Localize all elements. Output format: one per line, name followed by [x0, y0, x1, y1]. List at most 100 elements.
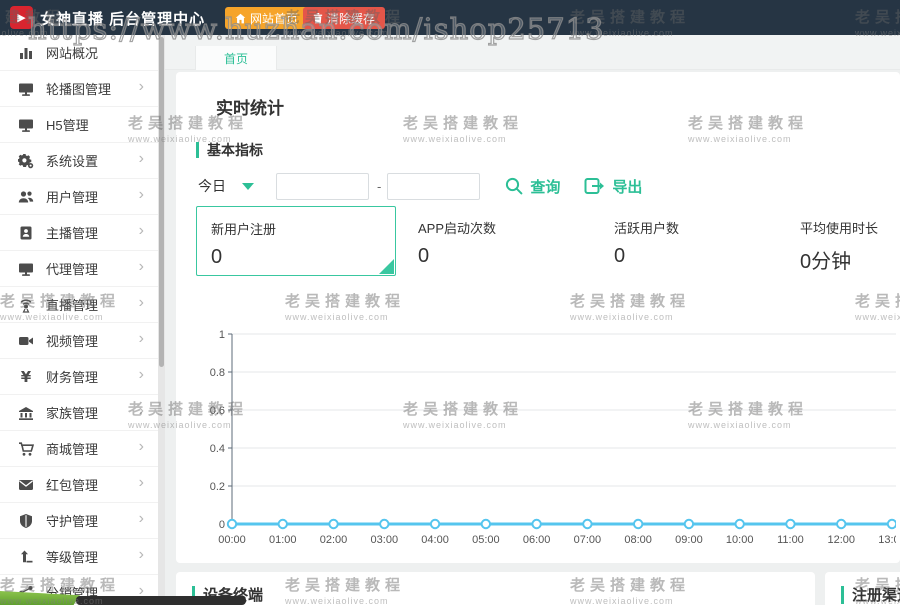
svg-text:01:00: 01:00: [269, 534, 297, 546]
sidebar-item-id-card[interactable]: 主播管理 ›: [0, 215, 158, 251]
gears-icon: [18, 153, 34, 169]
stat-label: APP启动次数: [418, 218, 590, 237]
sidebar-item-envelope[interactable]: 红包管理›: [0, 467, 158, 503]
chevron-right-icon: ›: [139, 403, 144, 419]
sidebar-item-label: 红包管理: [46, 475, 98, 494]
svg-text:05:00: 05:00: [472, 534, 500, 546]
sidebar-item-yen[interactable]: ¥ 财务管理 ›: [0, 359, 158, 395]
live-icon: [18, 297, 34, 313]
chevron-right-icon: ›: [139, 511, 144, 527]
sidebar-item-label: 代理管理: [46, 259, 98, 278]
site-home-button[interactable]: 网站首页: [225, 7, 308, 29]
stat-value: 0: [614, 245, 786, 268]
date-separator: -: [377, 179, 381, 194]
sidebar-item-label: H5管理: [46, 115, 89, 134]
chevron-down-icon[interactable]: [242, 183, 254, 190]
sidebar-item-monitor[interactable]: H5管理: [0, 107, 158, 143]
stat-card-3[interactable]: 平均使用时长 0分钟: [786, 206, 900, 276]
svg-text:03:00: 03:00: [371, 534, 399, 546]
sidebar-item-label: 网站概况: [46, 43, 98, 62]
tab-home[interactable]: 首页: [195, 46, 277, 70]
svg-text:0.6: 0.6: [210, 405, 225, 417]
sidebar-item-label: 轮播图管理: [46, 79, 111, 98]
register-channel-card: 注册渠道: [825, 572, 900, 605]
shield-icon: [18, 513, 34, 529]
sidebar-item-video[interactable]: 视频管理›: [0, 323, 158, 359]
stat-card-2[interactable]: 活跃用户数0: [600, 206, 800, 276]
stat-label: 平均使用时长: [800, 218, 900, 237]
sidebar-item-label: 视频管理: [46, 331, 98, 350]
sidebar-item-users[interactable]: 用户管理›: [0, 179, 158, 215]
sidebar-item-label: 主播管理: [46, 223, 98, 242]
sidebar-scrollbar[interactable]: [158, 35, 165, 605]
sidebar-menu: 网站概况轮播图管理›H5管理系统设置›用户管理›主播管理›代理管理›直播管理›视…: [0, 35, 158, 605]
sidebar-item-label: 守护管理: [46, 511, 98, 530]
sidebar-item-monitor[interactable]: 轮播图管理›: [0, 71, 158, 107]
app-logo-icon: ▶: [10, 6, 33, 29]
chevron-right-icon: ›: [139, 259, 144, 275]
envelope-icon: [18, 477, 34, 493]
sidebar-item-label: 等级管理: [46, 547, 98, 566]
svg-text:07:00: 07:00: [574, 534, 602, 546]
stat-value: 0: [211, 246, 381, 269]
monitor-icon: [18, 261, 34, 277]
svg-text:00:00: 00:00: [218, 534, 246, 546]
status-tooltip-bar: [76, 596, 246, 605]
svg-text:¥: ¥: [21, 369, 32, 385]
trash-icon: [313, 12, 323, 24]
level-up-icon: [18, 549, 34, 565]
device-terminal-card: 设备终端: [176, 572, 815, 605]
app-title: 女神直播 后台管理中心: [40, 8, 205, 29]
sidebar-item-bank[interactable]: 家族管理›: [0, 395, 158, 431]
register-channel-title: 注册渠道: [841, 584, 900, 605]
sidebar-item-label: 商城管理: [46, 439, 98, 458]
sidebar-item-gears[interactable]: 系统设置 ›: [0, 143, 158, 179]
section-basic-indicators: 基本指标: [196, 140, 263, 160]
chevron-right-icon: ›: [139, 223, 144, 239]
svg-text:12:00: 12:00: [827, 534, 855, 546]
svg-text:02:00: 02:00: [320, 534, 348, 546]
cart-icon: [18, 441, 34, 457]
yen-icon: ¥: [18, 369, 34, 385]
filter-row: 今日 - 查询 导出: [198, 172, 642, 200]
svg-text:0.2: 0.2: [210, 481, 225, 493]
date-range-label: 今日: [198, 176, 226, 196]
search-button[interactable]: 查询: [504, 176, 560, 197]
sidebar-scrollbar-thumb[interactable]: [159, 37, 164, 367]
clear-cache-button[interactable]: 清除缓存: [303, 7, 385, 29]
id-card-icon: [18, 225, 34, 241]
sidebar-item-label: 系统设置: [46, 151, 98, 170]
svg-text:13:00: 13:00: [878, 534, 896, 546]
sidebar-item-shield[interactable]: 守护管理 ›: [0, 503, 158, 539]
svg-text:0.8: 0.8: [210, 367, 225, 379]
stat-label: 新用户注册: [211, 219, 381, 238]
chevron-right-icon: ›: [139, 151, 144, 167]
sidebar-item-label: 直播管理: [46, 295, 98, 314]
sidebar-item-monitor[interactable]: 代理管理 ›: [0, 251, 158, 287]
stat-card-0[interactable]: 新用户注册 0: [196, 206, 396, 276]
export-icon: [584, 176, 606, 196]
stat-value: 0: [418, 245, 590, 268]
svg-text:0: 0: [219, 519, 225, 531]
sidebar-item-live[interactable]: 直播管理›: [0, 287, 158, 323]
svg-text:08:00: 08:00: [624, 534, 652, 546]
svg-text:11:00: 11:00: [777, 534, 804, 546]
svg-text:09:00: 09:00: [675, 534, 703, 546]
sidebar-item-bar-chart[interactable]: 网站概况: [0, 35, 158, 71]
monitor-icon: [18, 81, 34, 97]
sidebar-item-cart[interactable]: 商城管理›: [0, 431, 158, 467]
svg-text:04:00: 04:00: [421, 534, 449, 546]
chevron-right-icon: ›: [139, 367, 144, 383]
svg-text:1: 1: [219, 329, 225, 341]
date-to-input[interactable]: [387, 173, 480, 200]
selected-corner-marker: [379, 259, 394, 274]
stat-card-1[interactable]: APP启动次数 0: [404, 206, 604, 276]
sidebar-item-level-up[interactable]: 等级管理›: [0, 539, 158, 575]
date-from-input[interactable]: [276, 173, 369, 200]
svg-text:06:00: 06:00: [523, 534, 551, 546]
search-icon: [504, 176, 524, 196]
stat-value: 0分钟: [800, 245, 900, 274]
registrations-line-chart: 00.20.40.60.8100:0001:0002:0003:0004:000…: [206, 322, 896, 552]
export-button[interactable]: 导出: [584, 176, 642, 197]
sidebar-item-label: 财务管理: [46, 367, 98, 386]
